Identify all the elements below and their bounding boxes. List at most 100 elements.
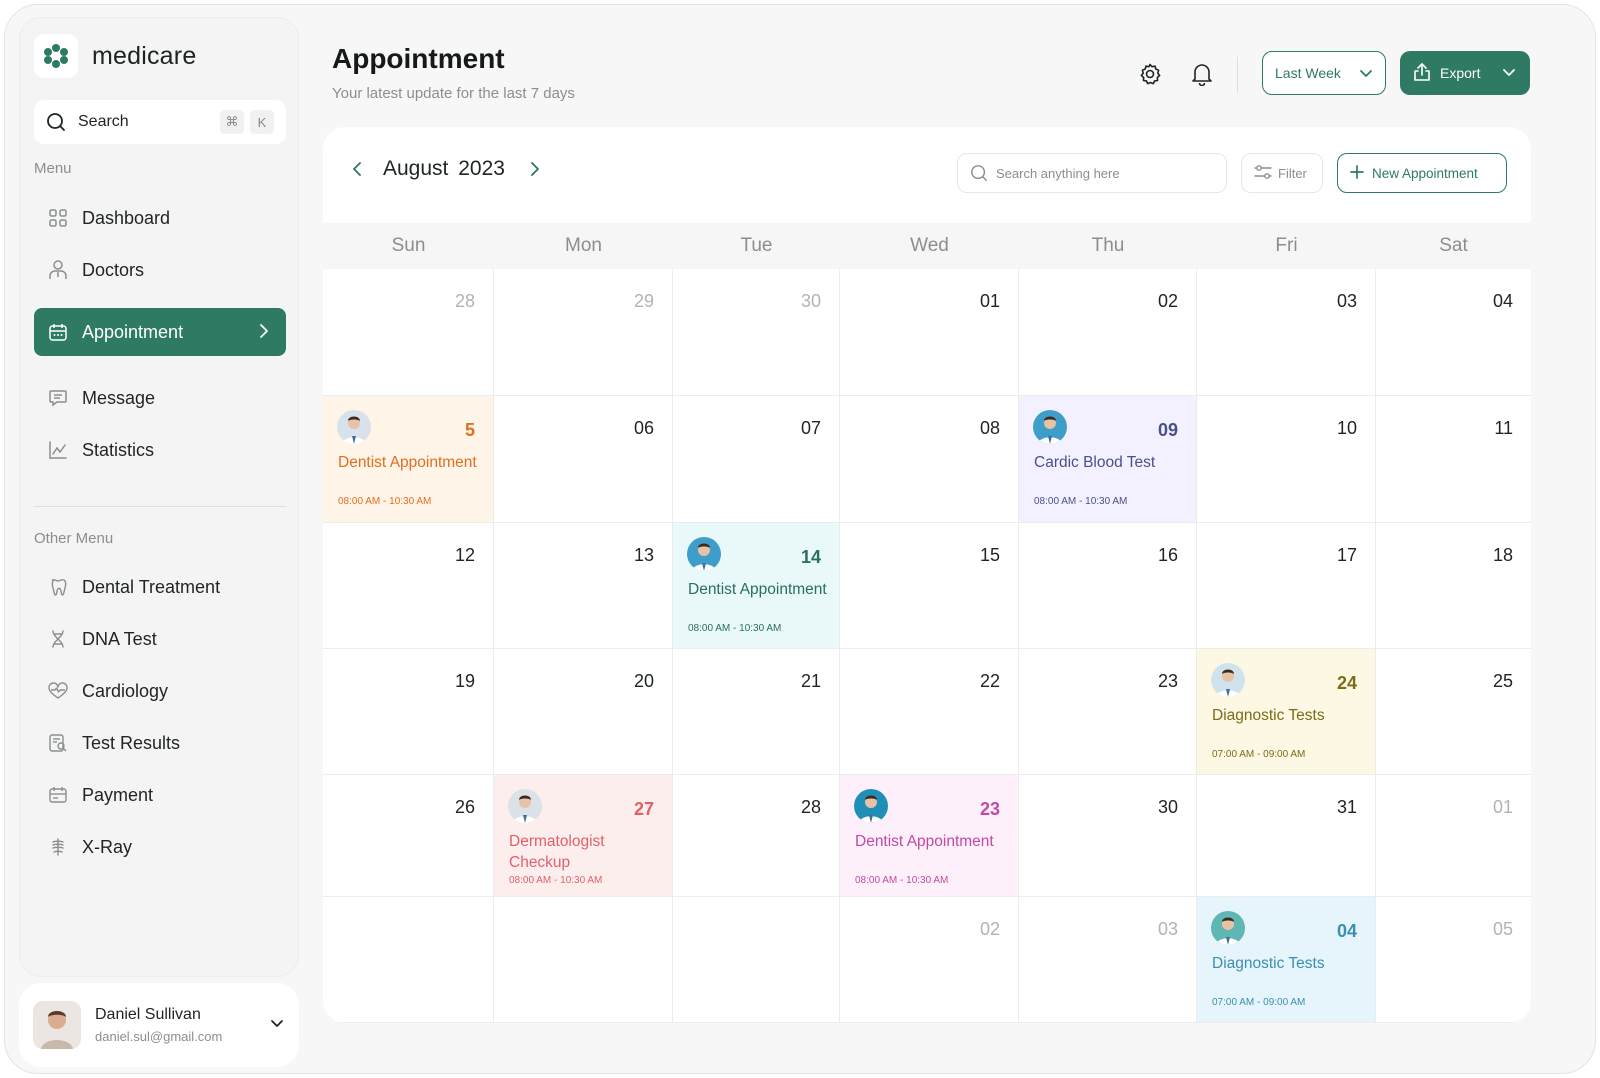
header-divider [1237, 57, 1238, 93]
day-cell[interactable]: 12 [323, 523, 494, 649]
brand: medicare [34, 34, 196, 78]
day-number: 23 [1157, 671, 1178, 691]
day-cell[interactable]: 06 [494, 396, 673, 523]
day-cell[interactable]: 04 [1376, 269, 1531, 396]
calendar-grid: 28 29 30 01 02 03 04 5 Dentist Appointment 08:00 … [323, 269, 1531, 1023]
day-number: 06 [633, 418, 654, 438]
day-cell[interactable]: 30 [1019, 775, 1197, 897]
doctor-icon [48, 260, 68, 280]
day-cell[interactable]: 19 [323, 649, 494, 775]
sidebar-item-x-ray[interactable]: X-Ray [34, 823, 286, 871]
day-cell[interactable]: 08 [840, 396, 1019, 523]
chevron-left-icon[interactable] [345, 157, 369, 181]
plus-icon [1350, 164, 1364, 182]
appointment-cell[interactable]: 23 Dentist Appointment 08:00 AM - 10:30 AM [840, 775, 1019, 897]
day-number: 03 [1157, 919, 1178, 939]
day-number: 27 [633, 799, 654, 819]
user-profile-card[interactable]: Daniel Sullivan daniel.sul@gmail.com [19, 983, 299, 1067]
day-cell[interactable]: 18 [1376, 523, 1531, 649]
appointment-cell[interactable]: 27 Dermatologist Checkup 08:00 AM - 10:30 … [494, 775, 673, 897]
sidebar-item-dashboard[interactable]: Dashboard [34, 194, 286, 242]
sidebar-item-doctors[interactable]: Doctors [34, 246, 286, 294]
sidebar-item-label: Test Results [82, 732, 181, 753]
day-cell[interactable]: 28 [323, 269, 494, 396]
day-cell[interactable]: 16 [1019, 523, 1197, 649]
appointment-cell[interactable]: 14 Dentist Appointment 08:00 AM - 10:30 AM [673, 523, 840, 649]
day-cell[interactable] [673, 897, 840, 1023]
day-cell[interactable]: 29 [494, 269, 673, 396]
filter-button[interactable]: Filter [1241, 153, 1323, 193]
day-cell[interactable]: 26 [323, 775, 494, 897]
day-number: 29 [633, 291, 654, 311]
day-number: 02 [1157, 291, 1178, 311]
day-cell[interactable]: 25 [1376, 649, 1531, 775]
day-number: 04 [1492, 291, 1513, 311]
day-cell[interactable]: 23 [1019, 649, 1197, 775]
sidebar-item-dental-treatment[interactable]: Dental Treatment [34, 563, 286, 611]
sidebar-item-dna-test[interactable]: DNA Test [34, 615, 286, 663]
sidebar-search[interactable]: Search ⌘ K [34, 100, 286, 144]
appointment-title: Dentist Appointment [855, 833, 994, 850]
day-cell[interactable]: 03 [1019, 897, 1197, 1023]
doctor-avatar [1033, 410, 1067, 444]
day-cell[interactable]: 01 [840, 269, 1019, 396]
appointment-title: Diagnostic Tests [1212, 955, 1325, 972]
chevron-down-icon[interactable] [269, 1015, 285, 1036]
day-cell[interactable]: 15 [840, 523, 1019, 649]
export-button[interactable]: Export [1400, 51, 1530, 95]
search-icon [971, 165, 987, 181]
appointment-time: 08:00 AM - 10:30 AM [855, 875, 949, 886]
day-cell[interactable]: 02 [840, 897, 1019, 1023]
sidebar-item-message[interactable]: Message [34, 374, 286, 422]
sidebar-item-payment[interactable]: Payment [34, 771, 286, 819]
sidebar-item-test-results[interactable]: Test Results [34, 719, 286, 767]
appointment-time: 08:00 AM - 10:30 AM [509, 875, 603, 886]
day-cell[interactable]: 20 [494, 649, 673, 775]
day-cell[interactable]: 07 [673, 396, 840, 523]
sidebar-item-cardiology[interactable]: Cardiology [34, 667, 286, 715]
calendar-search-input[interactable] [996, 165, 1216, 181]
sidebar-item-appointment[interactable]: Appointment [34, 308, 286, 356]
user-avatar [33, 1001, 81, 1049]
sidebar: medicare Search ⌘ K Menu Dashboard Docto… [19, 17, 299, 977]
day-number: 20 [633, 671, 654, 691]
appointment-cell[interactable]: 04 Diagnostic Tests 07:00 AM - 09:00 AM [1197, 897, 1376, 1023]
doctor-avatar [1211, 663, 1245, 697]
appointment-cell[interactable]: 5 Dentist Appointment 08:00 AM - 10:30 AM [323, 396, 494, 523]
gear-icon[interactable] [1135, 59, 1165, 89]
new-appointment-button[interactable]: New Appointment [1337, 153, 1507, 193]
day-cell[interactable]: 30 [673, 269, 840, 396]
day-number: 01 [1492, 797, 1513, 817]
sidebar-item-statistics[interactable]: Statistics [34, 426, 286, 474]
bell-icon[interactable] [1187, 59, 1217, 89]
appointment-cell[interactable]: 24 Diagnostic Tests 07:00 AM - 09:00 AM [1197, 649, 1376, 775]
day-cell[interactable]: 01 [1376, 775, 1531, 897]
day-cell[interactable] [323, 897, 494, 1023]
day-cell[interactable] [494, 897, 673, 1023]
chevron-right-icon[interactable] [523, 157, 547, 181]
day-number: 16 [1157, 545, 1178, 565]
day-cell[interactable]: 17 [1197, 523, 1376, 649]
day-cell[interactable]: 03 [1197, 269, 1376, 396]
day-cell[interactable]: 31 [1197, 775, 1376, 897]
day-number: 05 [1492, 919, 1513, 939]
doctor-avatar [687, 537, 721, 571]
day-cell[interactable]: 21 [673, 649, 840, 775]
date-range-dropdown[interactable]: Last Week [1262, 51, 1386, 95]
doctor-avatar [337, 410, 371, 444]
sidebar-item-label: DNA Test [82, 628, 157, 649]
page-subtitle: Your latest update for the last 7 days [332, 85, 575, 102]
weekday-tue: Tue [740, 235, 773, 256]
day-cell[interactable]: 13 [494, 523, 673, 649]
day-cell[interactable]: 28 [673, 775, 840, 897]
appointment-cell[interactable]: 09 Cardic Blood Test 08:00 AM - 10:30 AM [1019, 396, 1197, 523]
day-cell[interactable]: 11 [1376, 396, 1531, 523]
day-number: 08 [979, 418, 1000, 438]
day-cell[interactable]: 22 [840, 649, 1019, 775]
day-cell[interactable]: 05 [1376, 897, 1531, 1023]
day-cell[interactable]: 10 [1197, 396, 1376, 523]
chevron-down-icon [1359, 66, 1373, 83]
appointment-time: 07:00 AM - 09:00 AM [1212, 997, 1306, 1008]
command-key-icon: ⌘ [220, 110, 244, 134]
day-cell[interactable]: 02 [1019, 269, 1197, 396]
